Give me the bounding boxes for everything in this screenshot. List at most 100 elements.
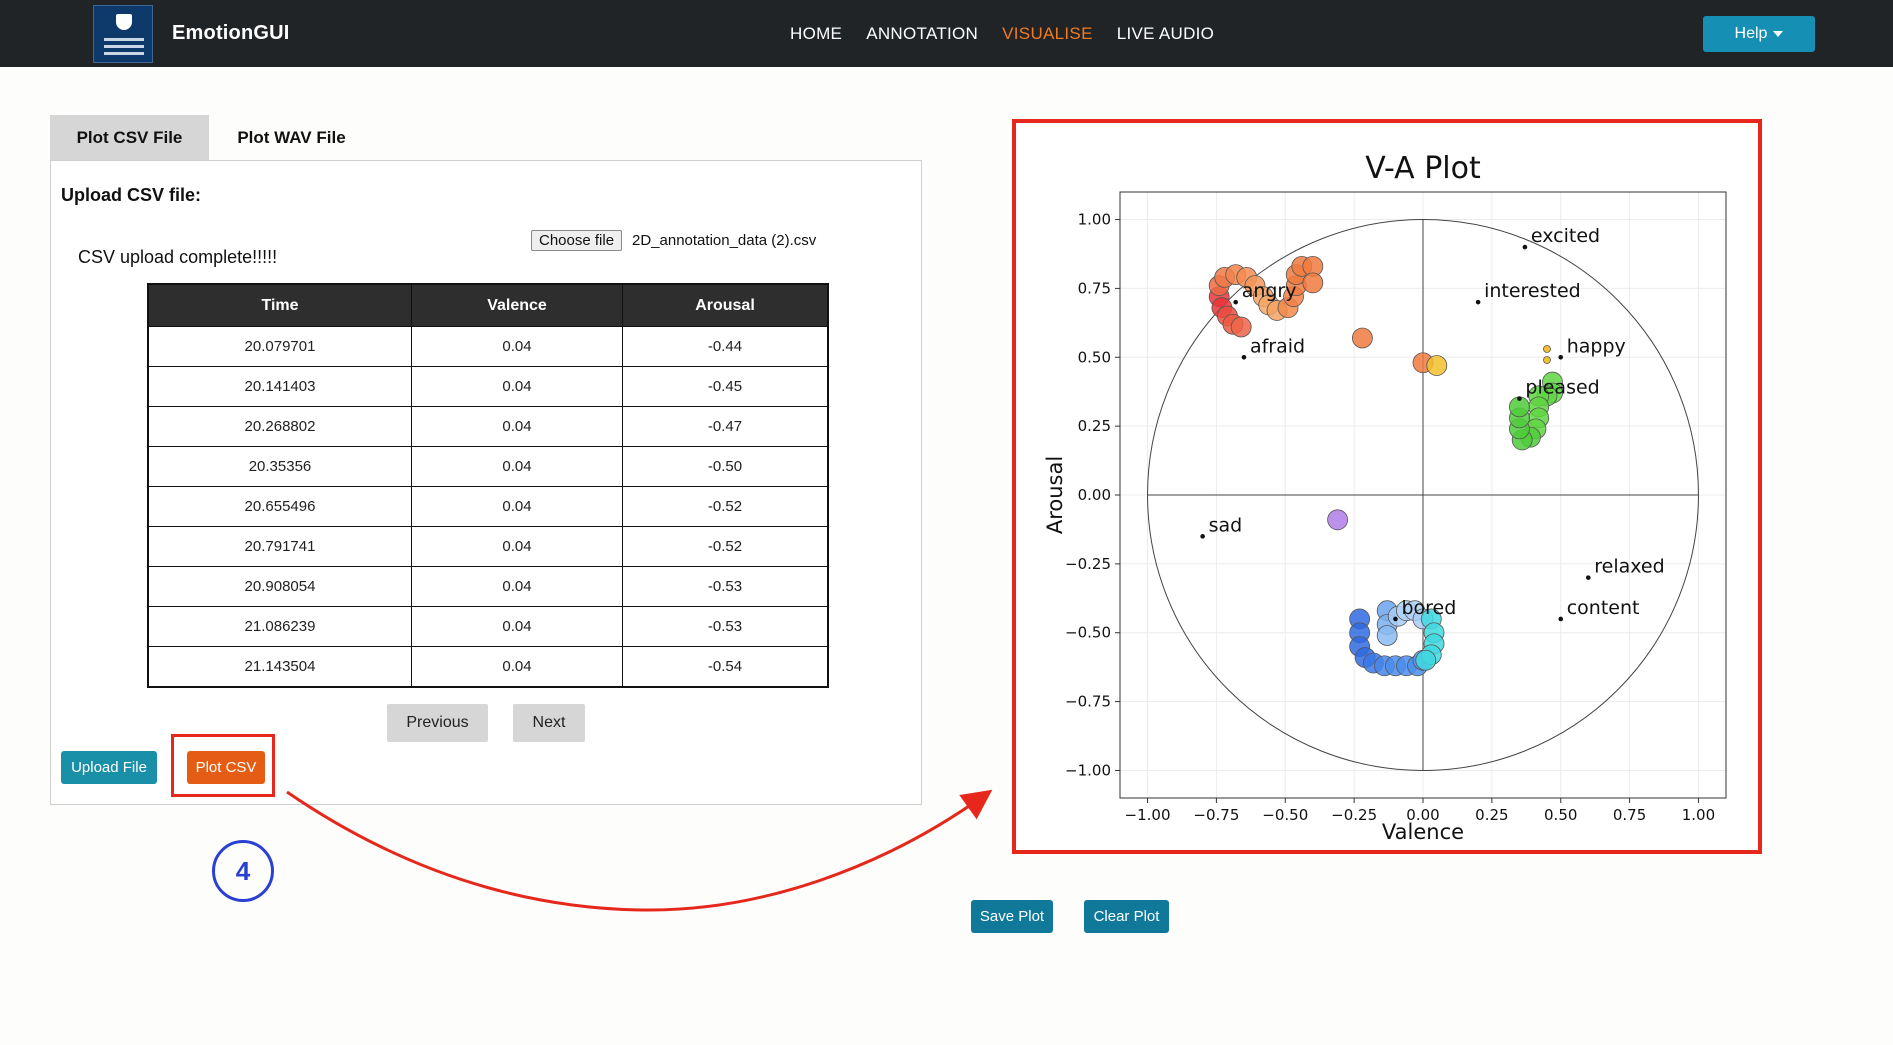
column-header-arousal: Arousal [622, 283, 829, 327]
cell-time: 20.655496 [147, 486, 412, 527]
cell-time: 20.141403 [147, 366, 412, 407]
help-dropdown-button[interactable]: Help [1703, 16, 1815, 52]
nav-home[interactable]: HOME [790, 24, 842, 44]
table-row: 20.908054 0.04 -0.53 [147, 566, 829, 607]
cell-valence: 0.04 [411, 606, 623, 647]
data-point [1415, 649, 1437, 671]
emotion-label: pleased [1525, 377, 1599, 399]
cell-time: 20.791741 [147, 526, 412, 567]
cell-valence: 0.04 [411, 646, 623, 688]
save-plot-button[interactable]: Save Plot [971, 900, 1053, 933]
upload-file-button[interactable]: Upload File [61, 751, 157, 784]
choose-file-button[interactable]: Choose file [531, 230, 623, 251]
column-header-time: Time [147, 283, 412, 327]
shield-icon [116, 14, 132, 30]
cell-valence: 0.04 [411, 446, 623, 487]
cell-valence: 0.04 [411, 326, 623, 367]
data-point [1351, 327, 1373, 349]
emotion-label: angry [1242, 280, 1297, 302]
cell-valence: 0.04 [411, 526, 623, 567]
emotion-label: bored [1401, 597, 1456, 619]
cell-arousal: -0.50 [622, 446, 829, 487]
x-tick-label: −0.75 [1193, 806, 1239, 824]
y-tick-label: 0.50 [1078, 348, 1111, 366]
emotion-label: relaxed [1594, 556, 1664, 578]
x-tick-label: −0.25 [1331, 806, 1377, 824]
tab-plot-wav[interactable]: Plot WAV File [209, 115, 374, 160]
table-row: 20.141403 0.04 -0.45 [147, 366, 829, 407]
y-tick-label: 0.25 [1078, 417, 1111, 435]
cell-time: 20.079701 [147, 326, 412, 367]
emotion-anchor-dot [1585, 575, 1591, 580]
cell-time: 20.268802 [147, 406, 412, 447]
emotion-anchor-dot [1517, 396, 1522, 401]
step-number-badge: 4 [212, 840, 274, 902]
help-label: Help [1734, 25, 1768, 42]
cell-valence: 0.04 [411, 486, 623, 527]
csv-panel: Upload CSV file: Choose file 2D_annotati… [50, 160, 922, 805]
nav-visualise[interactable]: VISUALISE [1002, 24, 1093, 44]
x-axis-label: Valence [1382, 820, 1464, 844]
plot-csv-highlight-box [171, 734, 275, 797]
clear-plot-button[interactable]: Clear Plot [1084, 900, 1169, 933]
cell-arousal: -0.52 [622, 486, 829, 527]
data-point [1426, 355, 1448, 376]
cell-arousal: -0.47 [622, 406, 829, 447]
x-tick-label: 0.25 [1475, 806, 1508, 824]
column-header-valence: Valence [411, 283, 623, 327]
nav-links: HOME ANNOTATION VISUALISE LIVE AUDIO [790, 24, 1214, 44]
data-point [1543, 356, 1551, 364]
table-row: 21.143504 0.04 -0.54 [147, 646, 829, 688]
table-row: 20.35356 0.04 -0.50 [147, 446, 829, 487]
emotion-label: happy [1567, 335, 1626, 357]
data-point [1327, 509, 1349, 531]
emotion-anchor-dot [1558, 354, 1564, 360]
emotion-anchor-dot [1233, 299, 1238, 305]
table-row: 20.079701 0.04 -0.44 [147, 326, 829, 367]
y-tick-label: 0.75 [1078, 279, 1111, 297]
top-navbar: EmotionGUI HOME ANNOTATION VISUALISE LIV… [0, 0, 1893, 67]
emotion-label: sad [1209, 514, 1243, 536]
x-tick-label: 0.50 [1544, 806, 1577, 824]
y-tick-label: −1.00 [1065, 761, 1111, 779]
data-table: Time Valence Arousal 20.079701 0.04 -0.44 … [147, 283, 829, 688]
app-title[interactable]: EmotionGUI [172, 22, 290, 45]
table-row: 21.086239 0.04 -0.53 [147, 606, 829, 647]
university-logo [93, 5, 153, 63]
table-header-row: Time Valence Arousal [147, 283, 829, 327]
tab-plot-csv[interactable]: Plot CSV File [50, 115, 209, 160]
cell-arousal: -0.53 [622, 606, 829, 647]
table-row: 20.268802 0.04 -0.47 [147, 406, 829, 447]
table-row: 20.791741 0.04 -0.52 [147, 526, 829, 567]
emotion-anchor-dot [1393, 616, 1398, 622]
va-plot-panel: −1.00 −0.75 −0.50 −0.25 0.00 0.25 0.50 0.75 1.00… [1012, 119, 1762, 854]
x-tick-label: −0.50 [1262, 806, 1308, 824]
y-tick-label: −0.25 [1065, 555, 1111, 573]
next-button[interactable]: Next [513, 704, 585, 742]
y-tick-label: 0.00 [1078, 486, 1111, 504]
table-row: 20.655496 0.04 -0.52 [147, 486, 829, 527]
data-point [1302, 272, 1324, 294]
previous-button[interactable]: Previous [387, 704, 488, 742]
y-axis-label: Arousal [1043, 456, 1067, 534]
emotion-anchor-dot [1475, 299, 1481, 305]
cell-arousal: -0.53 [622, 566, 829, 607]
upload-status: CSV upload complete!!!!! [78, 247, 278, 267]
emotion-anchor-dot [1241, 354, 1247, 360]
data-point [1376, 625, 1398, 646]
nav-annotation[interactable]: ANNOTATION [866, 24, 978, 44]
cell-arousal: -0.54 [622, 646, 829, 688]
upload-title: Upload CSV file: [61, 185, 202, 205]
data-point [1230, 316, 1252, 338]
x-tick-label: 0.75 [1613, 806, 1646, 824]
caret-down-icon [1773, 31, 1784, 37]
emotion-anchor-dot [1558, 616, 1564, 622]
emotion-anchor-dot [1200, 534, 1205, 539]
va-plot-chart: −1.00 −0.75 −0.50 −0.25 0.00 0.25 0.50 0.75 1.00… [1043, 151, 1727, 844]
cell-valence: 0.04 [411, 406, 623, 447]
nav-live-audio[interactable]: LIVE AUDIO [1117, 24, 1214, 44]
x-tick-label: 1.00 [1682, 806, 1715, 824]
cell-time: 20.35356 [147, 446, 412, 487]
emotion-label: content [1567, 597, 1640, 619]
tab-bar: Plot CSV File Plot WAV File [50, 115, 374, 160]
